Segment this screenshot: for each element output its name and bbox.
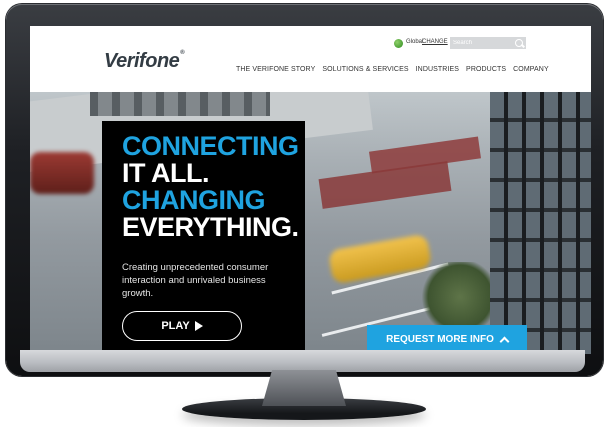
registered-mark: ® bbox=[180, 50, 185, 56]
region-label: Global bbox=[406, 39, 424, 45]
nav-item-verifone-story[interactable]: THE VERIFONE STORY bbox=[236, 66, 315, 73]
hero-subcopy: Creating unprecedented consumer interact… bbox=[122, 262, 269, 299]
search-icon[interactable] bbox=[515, 39, 523, 47]
play-button-label: PLAY bbox=[161, 320, 190, 332]
headline-line-2: IT ALL. bbox=[122, 158, 209, 188]
nav-item-products[interactable]: PRODUCTS bbox=[466, 66, 506, 73]
photo-tree bbox=[420, 262, 500, 332]
logo-text: Verifone bbox=[104, 50, 180, 72]
main-nav: THE VERIFONE STORY SOLUTIONS & SERVICES … bbox=[236, 66, 556, 73]
play-button[interactable]: PLAY bbox=[122, 311, 242, 341]
photo-red-car bbox=[30, 152, 94, 194]
browser-screen: Verifone® Global CHANGE THE VERIFONE STO… bbox=[30, 26, 591, 354]
chevron-up-icon bbox=[499, 336, 510, 346]
nav-item-industries[interactable]: INDUSTRIES bbox=[416, 66, 459, 73]
headline-line-3: CHANGING bbox=[122, 185, 265, 215]
site-header: Verifone® Global CHANGE THE VERIFONE STO… bbox=[30, 26, 591, 92]
headline-line-1: CONNECTING bbox=[122, 131, 299, 161]
photo-building-top bbox=[90, 92, 270, 116]
promo-panel: CONNECTING IT ALL. CHANGING EVERYTHING. … bbox=[102, 121, 305, 354]
verifone-logo[interactable]: Verifone® bbox=[104, 50, 185, 73]
request-button-label: REQUEST MORE INFO bbox=[386, 334, 494, 345]
headline-line-4: EVERYTHING. bbox=[122, 212, 299, 242]
play-icon bbox=[194, 321, 203, 331]
photo-yellow-taxi bbox=[327, 233, 433, 285]
change-region-link[interactable]: CHANGE bbox=[422, 39, 448, 45]
monitor-chin bbox=[20, 350, 585, 372]
nav-item-solutions-services[interactable]: SOLUTIONS & SERVICES bbox=[322, 66, 408, 73]
photo-glass-building bbox=[490, 92, 591, 354]
hero-banner: CONNECTING IT ALL. CHANGING EVERYTHING. … bbox=[30, 92, 591, 354]
nav-item-company[interactable]: COMPANY bbox=[513, 66, 549, 73]
monitor-bezel: Verifone® Global CHANGE THE VERIFONE STO… bbox=[6, 4, 603, 376]
monitor-stand-neck bbox=[262, 370, 346, 406]
globe-icon bbox=[394, 39, 403, 48]
hero-headline: CONNECTING IT ALL. CHANGING EVERYTHING. bbox=[122, 133, 299, 241]
